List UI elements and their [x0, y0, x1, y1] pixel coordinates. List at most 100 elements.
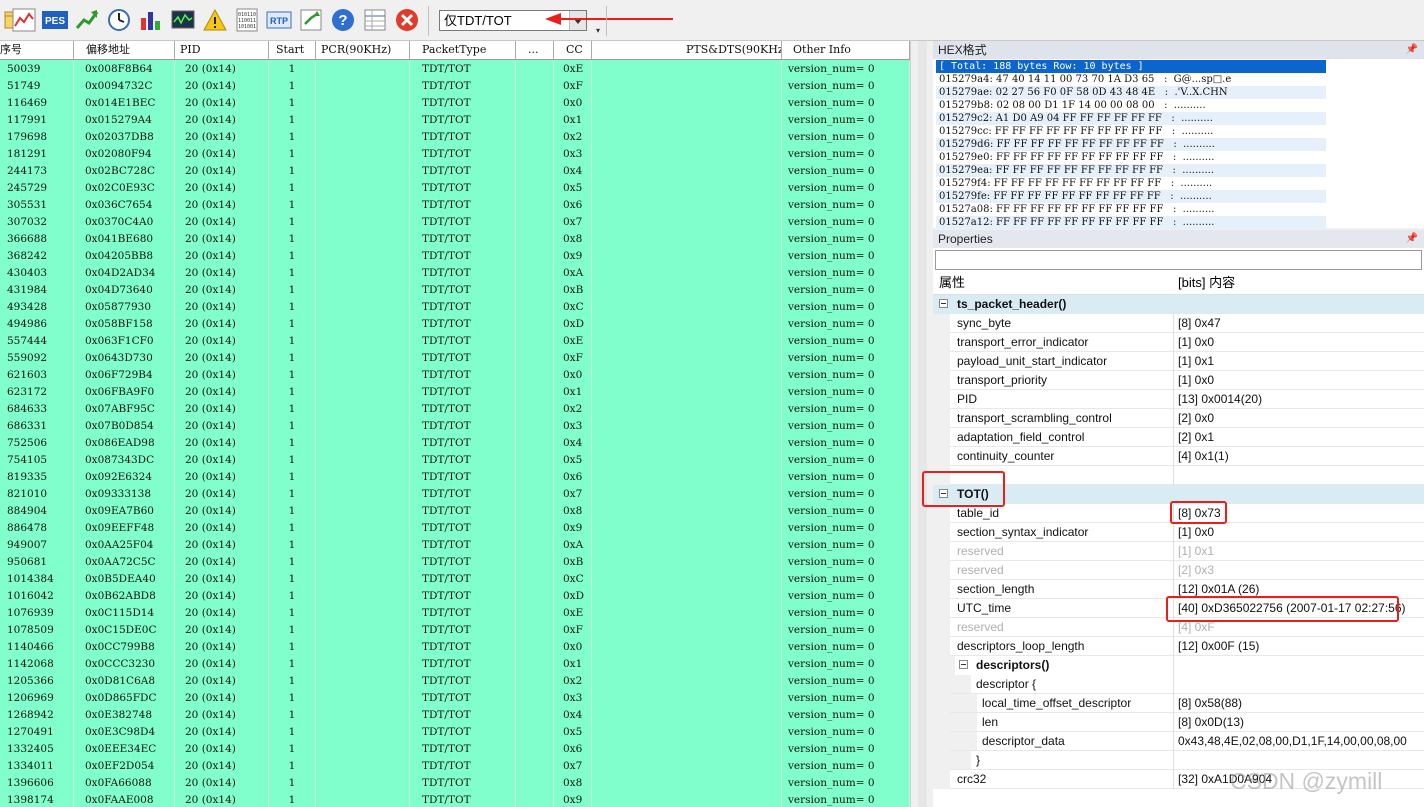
vertical-scrollbar[interactable]: [918, 41, 927, 807]
table-row[interactable]: 1142068 0x0CCC3230 20 (0x14) 1 TDT/TOT 0x1 ver…: [0, 656, 910, 673]
table-row[interactable]: 1016042 0x0B62ABD8 20 (0x14) 1 TDT/TOT 0xD ver…: [0, 588, 910, 605]
column-header[interactable]: Start: [269, 41, 316, 59]
table-row[interactable]: 557444 0x063F1CF0 20 (0x14) 1 TDT/TOT 0xE vers…: [0, 333, 910, 350]
table-row[interactable]: 1140466 0x0CC799B8 20 (0x14) 1 TDT/TOT 0x0 ver…: [0, 639, 910, 656]
table-row[interactable]: 1076939 0x0C115D14 20 (0x14) 1 TDT/TOT 0xE ver…: [0, 605, 910, 622]
property-row[interactable]: PID [13] 0x0014(20): [933, 390, 1424, 409]
table-row[interactable]: 686331 0x07B0D854 20 (0x14) 1 TDT/TOT 0x3 vers…: [0, 418, 910, 435]
property-row[interactable]: [933, 466, 1424, 485]
table-row[interactable]: 1206969 0x0D865FDC 20 (0x14) 1 TDT/TOT 0x3 ver…: [0, 690, 910, 707]
property-row[interactable]: reserved [2] 0x3: [933, 561, 1424, 580]
property-row[interactable]: UTC_time [40] 0xD365022756 (2007-01-17 02…: [933, 599, 1424, 618]
chart-icon[interactable]: [12, 8, 36, 32]
property-row[interactable]: sync_byte [8] 0x47: [933, 314, 1424, 333]
table-row[interactable]: 821010 0x09333138 20 (0x14) 1 TDT/TOT 0x7 vers…: [0, 486, 910, 503]
table-row[interactable]: 684633 0x07ABF95C 20 (0x14) 1 TDT/TOT 0x2 vers…: [0, 401, 910, 418]
column-header[interactable]: Other Info: [782, 41, 910, 59]
rtp-icon[interactable]: RTP: [266, 8, 292, 32]
table-row[interactable]: 51749 0x0094732C 20 (0x14) 1 TDT/TOT 0xF versi…: [0, 78, 910, 95]
column-header[interactable]: ...: [516, 41, 554, 59]
binary-icon[interactable]: 010110 110011 101001: [235, 8, 259, 32]
table-row[interactable]: 884904 0x09EA7B60 20 (0x14) 1 TDT/TOT 0x8 vers…: [0, 503, 910, 520]
column-header[interactable]: PCR(90KHz): [316, 41, 410, 59]
table-row[interactable]: 244173 0x02BC728C 20 (0x14) 1 TDT/TOT 0x4 vers…: [0, 163, 910, 180]
collapse-icon[interactable]: [939, 299, 948, 308]
table-row[interactable]: 245729 0x02C0E93C 20 (0x14) 1 TDT/TOT 0x5 vers…: [0, 180, 910, 197]
table-row[interactable]: 181291 0x02080F94 20 (0x14) 1 TDT/TOT 0x3 vers…: [0, 146, 910, 163]
collapse-icon[interactable]: [959, 660, 968, 669]
property-row[interactable]: reserved [4] 0xF: [933, 618, 1424, 637]
table-icon[interactable]: [363, 8, 387, 32]
monitor-icon[interactable]: [171, 8, 195, 32]
property-row[interactable]: adaptation_field_control [2] 0x1: [933, 428, 1424, 447]
table-row[interactable]: 1268942 0x0E382748 20 (0x14) 1 TDT/TOT 0x4 ver…: [0, 707, 910, 724]
property-row[interactable]: local_time_offset_descriptor [8] 0x58(88): [933, 694, 1424, 713]
table-row[interactable]: 1205366 0x0D81C6A8 20 (0x14) 1 TDT/TOT 0x2 ver…: [0, 673, 910, 690]
property-row[interactable]: transport_priority [1] 0x0: [933, 371, 1424, 390]
column-header[interactable]: CC: [554, 41, 592, 59]
table-row[interactable]: 368242 0x04205BB8 20 (0x14) 1 TDT/TOT 0x9 vers…: [0, 248, 910, 265]
table-row[interactable]: 116469 0x014E1BEC 20 (0x14) 1 TDT/TOT 0x0 vers…: [0, 95, 910, 112]
table-row[interactable]: 493428 0x05877930 20 (0x14) 1 TDT/TOT 0xC vers…: [0, 299, 910, 316]
table-row[interactable]: 1078509 0x0C15DE0C 20 (0x14) 1 TDT/TOT 0xF ver…: [0, 622, 910, 639]
table-row[interactable]: 50039 0x008F8B64 20 (0x14) 1 TDT/TOT 0xE versi…: [0, 61, 910, 78]
pes-icon[interactable]: PES: [42, 8, 68, 32]
table-row[interactable]: 621603 0x06F729B4 20 (0x14) 1 TDT/TOT 0x0 vers…: [0, 367, 910, 384]
column-header[interactable]: PTS&DTS(90KHz): [592, 41, 782, 59]
table-row[interactable]: 1270491 0x0E3C98D4 20 (0x14) 1 TDT/TOT 0x5 ver…: [0, 724, 910, 741]
hex-dump[interactable]: 015279a4: 47 40 14 11 00 73 70 1A D3 65 …: [936, 73, 1326, 229]
property-row[interactable]: section_length [12] 0x01A (26): [933, 580, 1424, 599]
collapse-icon[interactable]: [939, 489, 948, 498]
properties-search-input[interactable]: [935, 250, 1422, 270]
warning-icon[interactable]: [203, 8, 227, 32]
table-row[interactable]: 950681 0x0AA72C5C 20 (0x14) 1 TDT/TOT 0xB vers…: [0, 554, 910, 571]
column-header[interactable]: PacketType: [410, 41, 516, 59]
table-row[interactable]: 494986 0x058BF158 20 (0x14) 1 TDT/TOT 0xD vers…: [0, 316, 910, 333]
packet-filter-select[interactable]: 仅TDT/TOT: [439, 10, 587, 31]
property-row[interactable]: table_id [8] 0x73: [933, 504, 1424, 523]
property-row[interactable]: transport_scrambling_control [2] 0x0: [933, 409, 1424, 428]
pin-icon[interactable]: 📌: [1406, 230, 1418, 248]
table-row[interactable]: 431984 0x04D73640 20 (0x14) 1 TDT/TOT 0xB vers…: [0, 282, 910, 299]
column-header[interactable]: 偏移地址: [74, 41, 175, 59]
property-row[interactable]: descriptor_data 0x43,48,4E,02,08,00,D1,1F…: [933, 732, 1424, 751]
table-row[interactable]: 307032 0x0370C4A0 20 (0x14) 1 TDT/TOT 0x7 vers…: [0, 214, 910, 231]
table-row[interactable]: 1334011 0x0EF2D054 20 (0x14) 1 TDT/TOT 0x7 ver…: [0, 758, 910, 775]
property-group[interactable]: ts_packet_header(): [933, 295, 1424, 314]
property-row[interactable]: descriptor {: [933, 675, 1424, 694]
bar-chart-icon[interactable]: [139, 8, 163, 32]
toolbar-overflow-icon[interactable]: ▾: [596, 26, 600, 35]
table-row[interactable]: 1398174 0x0FAAE008 20 (0x14) 1 TDT/TOT 0x9 ver…: [0, 792, 910, 807]
table-row[interactable]: 1396606 0x0FA66088 20 (0x14) 1 TDT/TOT 0x8 ver…: [0, 775, 910, 792]
table-row[interactable]: 430403 0x04D2AD34 20 (0x14) 1 TDT/TOT 0xA vers…: [0, 265, 910, 282]
table-row[interactable]: 366688 0x041BE680 20 (0x14) 1 TDT/TOT 0x8 vers…: [0, 231, 910, 248]
table-row[interactable]: 305531 0x036C7654 20 (0x14) 1 TDT/TOT 0x6 vers…: [0, 197, 910, 214]
trend-icon[interactable]: [75, 8, 99, 32]
table-row[interactable]: 1332405 0x0EEE34EC 20 (0x14) 1 TDT/TOT 0x6 ver…: [0, 741, 910, 758]
packet-list[interactable]: 序号 偏移地址 PID Start PCR(90KHz) PacketType …: [0, 41, 910, 807]
table-row[interactable]: 754105 0x087343DC 20 (0x14) 1 TDT/TOT 0x5 vers…: [0, 452, 910, 469]
property-row[interactable]: descriptors_loop_length [12] 0x00F (15): [933, 637, 1424, 656]
table-row[interactable]: 179698 0x02037DB8 20 (0x14) 1 TDT/TOT 0x2 vers…: [0, 129, 910, 146]
property-row[interactable]: payload_unit_start_indicator [1] 0x1: [933, 352, 1424, 371]
stop-icon[interactable]: [395, 8, 419, 32]
property-row[interactable]: len [8] 0x0D(13): [933, 713, 1424, 732]
column-header[interactable]: PID: [175, 41, 269, 59]
chevron-down-icon[interactable]: [569, 11, 586, 30]
table-row[interactable]: 117991 0x015279A4 20 (0x14) 1 TDT/TOT 0x1 vers…: [0, 112, 910, 129]
table-row[interactable]: 819335 0x092E6324 20 (0x14) 1 TDT/TOT 0x6 vers…: [0, 469, 910, 486]
property-row[interactable]: section_syntax_indicator [1] 0x0: [933, 523, 1424, 542]
table-row[interactable]: 886478 0x09EEFF48 20 (0x14) 1 TDT/TOT 0x9 vers…: [0, 520, 910, 537]
property-subgroup[interactable]: descriptors(): [933, 656, 1424, 675]
help-icon[interactable]: ?: [331, 8, 355, 32]
table-row[interactable]: 623172 0x06FBA9F0 20 (0x14) 1 TDT/TOT 0x1 vers…: [0, 384, 910, 401]
table-row[interactable]: 949007 0x0AA25F04 20 (0x14) 1 TDT/TOT 0xA vers…: [0, 537, 910, 554]
pin-icon[interactable]: 📌: [1406, 41, 1418, 59]
clock-icon[interactable]: [107, 8, 131, 32]
column-header[interactable]: 序号: [0, 41, 74, 59]
table-row[interactable]: 559092 0x0643D730 20 (0x14) 1 TDT/TOT 0xF vers…: [0, 350, 910, 367]
export-icon[interactable]: [299, 8, 323, 32]
property-group[interactable]: TOT(): [933, 485, 1424, 504]
property-row[interactable]: reserved [1] 0x1: [933, 542, 1424, 561]
property-row[interactable]: continuity_counter [4] 0x1(1): [933, 447, 1424, 466]
